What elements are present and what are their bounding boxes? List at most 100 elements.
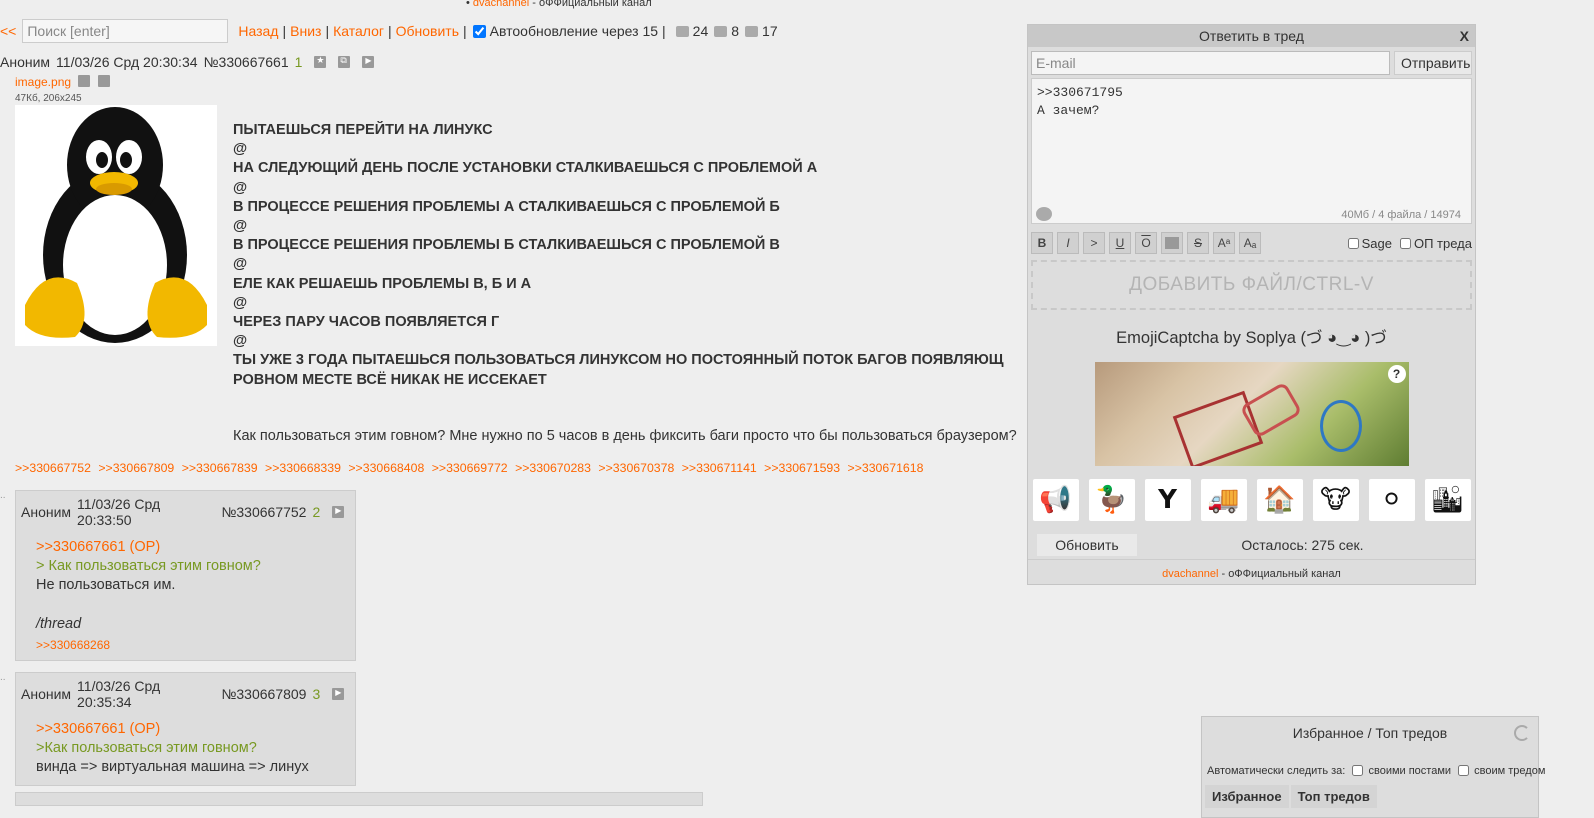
watch-own-thread-checkbox[interactable]	[1458, 765, 1470, 776]
megaphone-icon[interactable]: 📢	[1031, 478, 1080, 522]
file-drop-zone[interactable]: ДОБАВИТЬ ФАЙЛ/CTRL-V	[1031, 260, 1472, 310]
captcha-help-icon[interactable]: ?	[1387, 365, 1406, 383]
emoji-choices: 📢 🦆 Y 🚚 🏠 🐮 ⚪ 🏙	[1028, 478, 1475, 522]
close-button[interactable]: X	[1460, 25, 1469, 47]
quote-button[interactable]: >	[1083, 232, 1105, 254]
play-icon[interactable]	[332, 506, 344, 518]
sage-checkbox[interactable]	[1347, 237, 1359, 249]
overline-button[interactable]: O	[1135, 232, 1157, 254]
reply-form-titlebar[interactable]: Ответить в тред X	[1028, 25, 1475, 47]
captcha-title: EmojiCaptcha by Soplya (づ ◕‿◕ )づ	[1116, 329, 1387, 347]
y-letter-icon[interactable]: Y	[1143, 478, 1192, 522]
reply-link[interactable]: >>330667752	[15, 461, 91, 475]
strike-button[interactable]: S	[1187, 232, 1209, 254]
reply-link[interactable]: >>330668408	[348, 461, 424, 475]
post-ordinal: 1	[294, 54, 303, 70]
message-textarea[interactable]: >>330671795 А зачем? 40Мб / 4 файла / 14…	[1031, 78, 1472, 224]
spoiler-icon	[1165, 237, 1179, 249]
images-count: 8	[731, 23, 740, 39]
op-image-tux[interactable]	[15, 105, 217, 346]
thread-dots: ..	[0, 672, 6, 683]
favorites-tabs: Избранное Топ тредов	[1205, 785, 1538, 808]
channel-link[interactable]: dvachannel	[473, 0, 529, 9]
post-number[interactable]: №330667661	[204, 54, 289, 70]
captcha-refresh-button[interactable]: Обновить	[1036, 533, 1138, 557]
op-line: @	[233, 294, 248, 311]
op-line: НА СЛЕДУЮЩИЙ ДЕНЬ ПОСЛЕ УСТАНОВКИ СТАЛКИ…	[233, 160, 818, 177]
op-line: ЕЛЕ КАК РЕШАЕШЬ ПРОБЛЕМЫ В, Б И А	[233, 275, 532, 292]
cow-icon[interactable]: 🐮	[1311, 478, 1360, 522]
golf-ball-icon[interactable]: ⚪	[1367, 478, 1416, 522]
reply-link[interactable]: >>330667809	[98, 461, 174, 475]
house-icon[interactable]: 🏠	[1255, 478, 1304, 522]
op-message: ПЫТАЕШЬСЯ ПЕРЕЙТИ НА ЛИНУКС @ НА СЛЕДУЮЩ…	[233, 121, 1033, 390]
separator: |	[387, 23, 392, 39]
tab-favorites[interactable]: Избранное	[1205, 785, 1289, 808]
op-reply-link[interactable]: >>330667661 (OP)	[36, 721, 160, 737]
post-text: винда => виртуальная машина => линух	[36, 759, 309, 776]
top-nav-bar: << Назад | Вниз | Каталог | Обновить | А…	[0, 18, 778, 44]
own-posts-label: своими постами	[1368, 765, 1452, 777]
search-input[interactable]	[22, 19, 229, 43]
op-question: Как пользоваться этим говном? Мне нужно …	[233, 428, 1017, 444]
play-icon[interactable]	[362, 56, 375, 68]
bold-button[interactable]: B	[1031, 232, 1053, 254]
op-line: В ПРОЦЕССЕ РЕШЕНИЯ ПРОБЛЕМЫ А СТАЛКИВАЕШ…	[233, 198, 780, 215]
post-author: Аноним	[0, 54, 51, 70]
reply-link[interactable]: >>330671618	[848, 461, 924, 475]
underline-button[interactable]: U	[1109, 232, 1131, 254]
email-field[interactable]	[1031, 51, 1390, 75]
op-line: @	[233, 141, 248, 158]
expand-icon[interactable]	[338, 55, 351, 68]
sail-icon[interactable]	[1036, 207, 1052, 221]
post-author: Аноним	[21, 504, 72, 520]
auto-refresh-checkbox[interactable]	[472, 24, 486, 38]
city-icon[interactable]: 🏙	[1423, 478, 1472, 522]
nav-refresh-link[interactable]: Обновить	[396, 23, 459, 39]
reply-link[interactable]: >>330667839	[182, 461, 258, 475]
auto-refresh-label: Автообновление через 15	[489, 23, 659, 39]
op-line: ПЫТАЕШЬСЯ ПЕРЕЙТИ НА ЛИНУКС	[233, 122, 493, 138]
favorite-star-icon[interactable]	[314, 55, 327, 68]
back-arrow-link[interactable]: <<	[0, 23, 16, 39]
op-replies: >>330667752 >>330667809 >>330667839 >>33…	[15, 461, 927, 475]
footer-channel-link[interactable]: dvachannel	[1162, 568, 1218, 580]
spoiler-button[interactable]	[1161, 232, 1183, 254]
search-image-icon[interactable]	[78, 75, 91, 87]
reply-link[interactable]: >>330670378	[598, 461, 674, 475]
truck-icon[interactable]: 🚚	[1199, 478, 1248, 522]
download-icon[interactable]	[97, 75, 110, 87]
op-thread-label: ОП треда	[1413, 235, 1472, 251]
op-line: ЧЕРЕЗ ПАРУ ЧАСОВ ПОЯВЛЯЕТСЯ Г	[233, 314, 500, 331]
tab-top-threads[interactable]: Топ тредов	[1290, 785, 1377, 808]
duck-icon[interactable]: 🦆	[1087, 478, 1136, 522]
next-post-stub	[15, 792, 703, 806]
ref-link[interactable]: >>330668268	[36, 638, 110, 652]
watch-own-posts-checkbox[interactable]	[1352, 765, 1364, 776]
nav-back-link[interactable]: Назад	[238, 23, 278, 39]
nav-catalog-link[interactable]: Каталог	[333, 23, 384, 39]
reply-link[interactable]: >>330669772	[432, 461, 508, 475]
reload-icon[interactable]	[1514, 725, 1530, 741]
italic-button[interactable]: I	[1057, 232, 1079, 254]
subscript-button[interactable]: Aₐ	[1239, 232, 1261, 254]
op-line: В ПРОЦЕССЕ РЕШЕНИЯ ПРОБЛЕМЫ Б СТАЛКИВАЕШ…	[233, 237, 780, 254]
reply-link[interactable]: >>330670283	[515, 461, 591, 475]
file-name-link[interactable]: image.png	[15, 75, 71, 89]
reply-link[interactable]: >>330671141	[682, 461, 757, 475]
nav-down-link[interactable]: Вниз	[290, 23, 321, 39]
post-number[interactable]: №330667809	[221, 686, 306, 702]
play-icon[interactable]	[332, 688, 344, 700]
reply-link[interactable]: >>330671593	[764, 461, 840, 475]
reply-link[interactable]: >>330668339	[265, 461, 341, 475]
superscript-button[interactable]: Aᵃ	[1213, 232, 1235, 254]
send-button[interactable]: Отправить	[1394, 51, 1472, 75]
sage-label: Sage	[1361, 235, 1392, 251]
post-number[interactable]: №330667752	[221, 504, 306, 520]
reply-post: Аноним 11/03/26 Срд 20:35:34 №330667809 …	[15, 672, 356, 786]
post-date: 11/03/26 Срд 20:33:50	[77, 496, 161, 528]
post-header: Аноним 11/03/26 Срд 20:33:50 №330667752 …	[16, 491, 355, 530]
op-line: @	[233, 218, 248, 235]
op-reply-link[interactable]: >>330667661 (OP)	[36, 539, 160, 555]
op-thread-checkbox[interactable]	[1399, 237, 1411, 249]
